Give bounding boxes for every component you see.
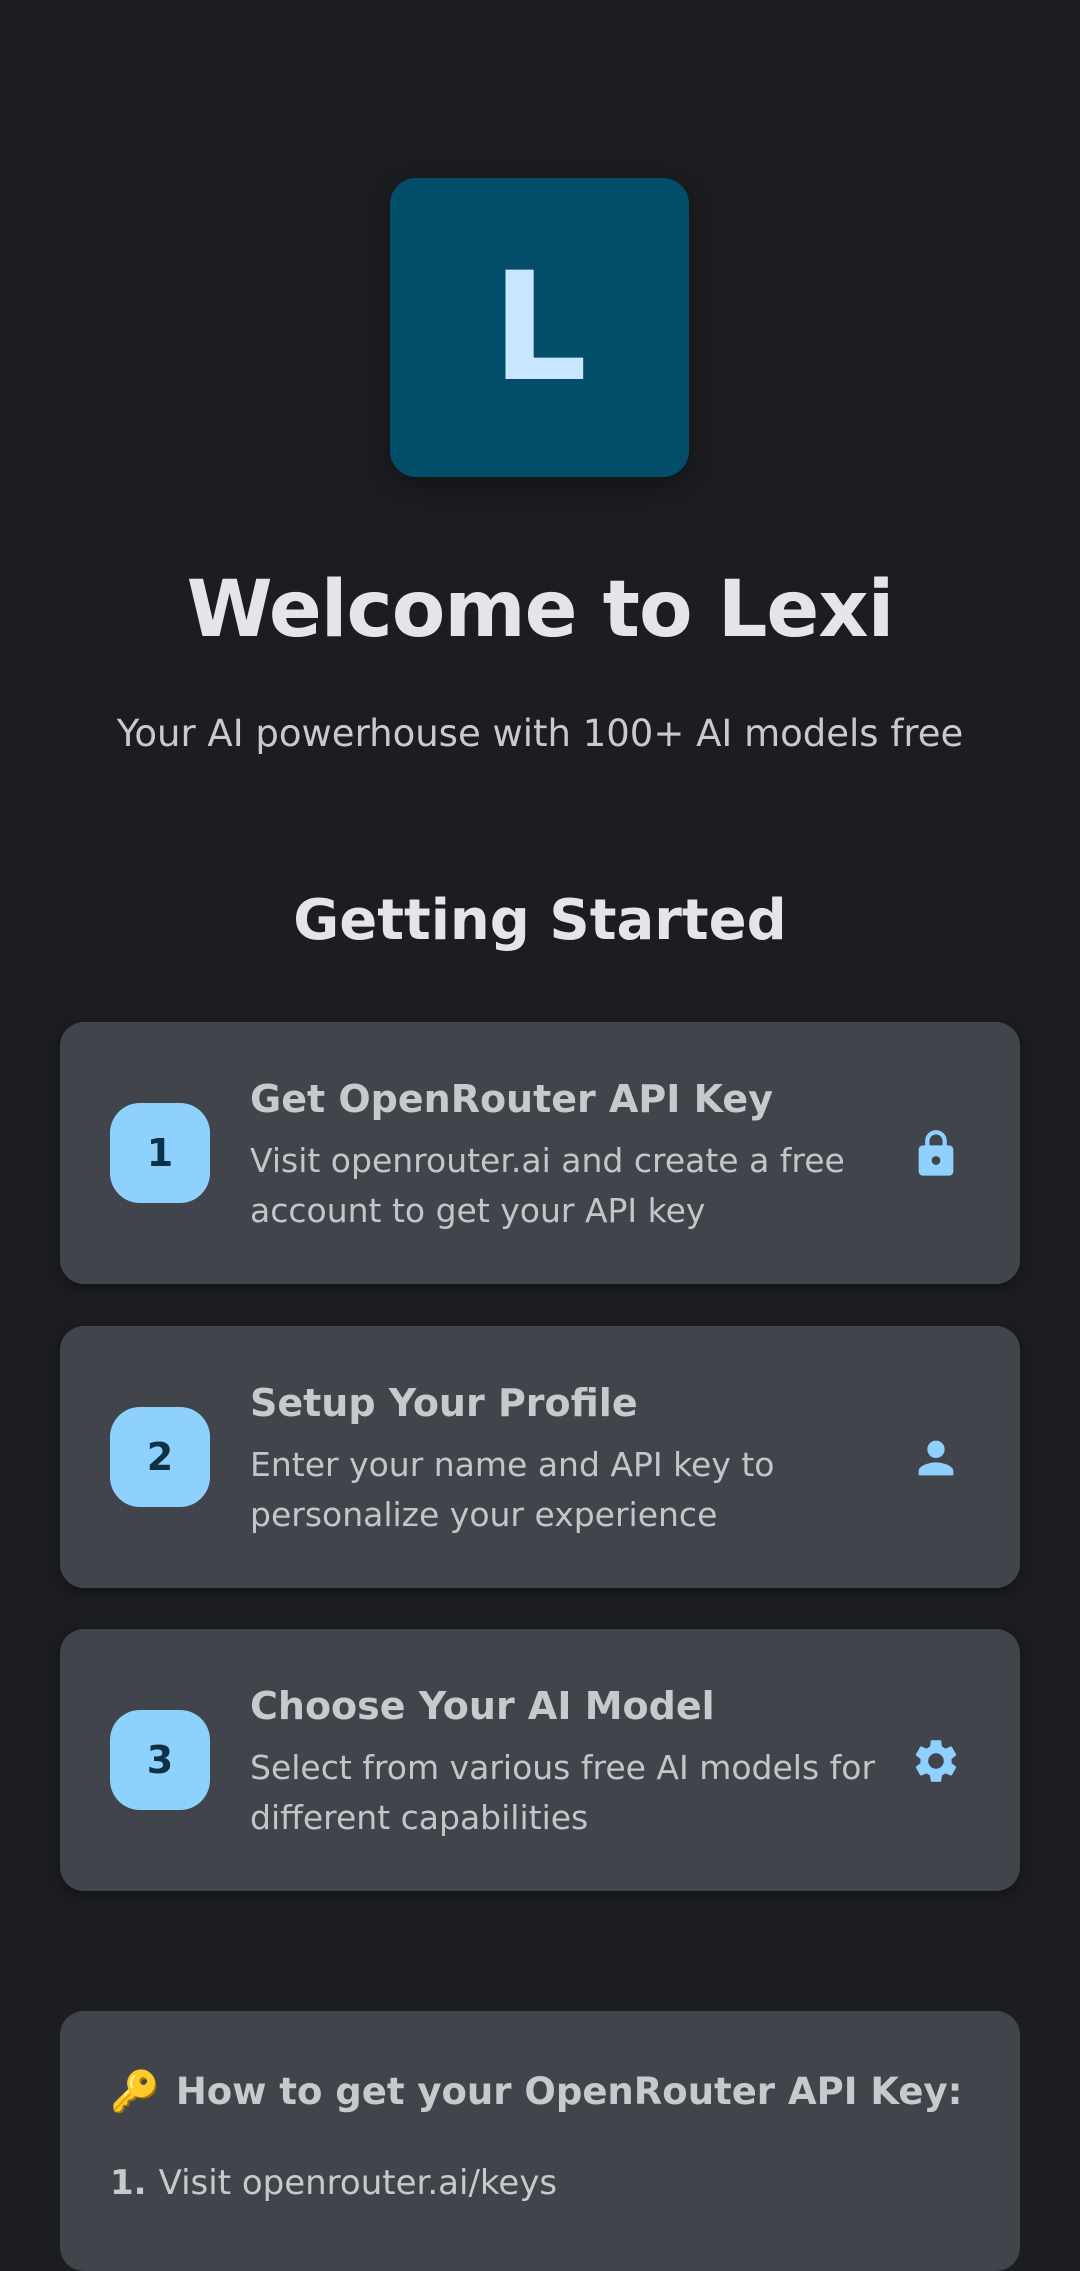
step-card-2[interactable]: 2 Setup Your Profile Enter your name and…: [60, 1326, 1020, 1588]
step-title: Choose Your AI Model: [250, 1684, 715, 1728]
list-item: 1. Visit openrouter.ai/keys: [110, 2163, 557, 2203]
app-logo-letter: L: [491, 240, 588, 415]
list-item-number: 1.: [110, 2163, 147, 2203]
api-key-help-heading: 🔑 How to get your OpenRouter API Key:: [110, 2068, 962, 2115]
step-title: Setup Your Profile: [250, 1381, 638, 1425]
step-number-badge: 2: [110, 1407, 210, 1507]
step-number-badge: 3: [110, 1710, 210, 1810]
step-description: Enter your name and API key to personali…: [250, 1445, 775, 1534]
step-number-badge: 1: [110, 1103, 210, 1203]
person-icon: [918, 1440, 954, 1476]
gear-icon: [915, 1740, 957, 1782]
step-card-1[interactable]: 1 Get OpenRouter API Key Visit openroute…: [60, 1022, 1020, 1284]
key-icon: 🔑: [110, 2069, 160, 2115]
step-description: Select from various free AI models for d…: [250, 1748, 876, 1837]
api-key-help-heading-text: How to get your OpenRouter API Key:: [175, 2070, 963, 2113]
welcome-subtitle: Your AI powerhouse with 100+ AI models f…: [116, 712, 964, 755]
step-title: Get OpenRouter API Key: [250, 1077, 773, 1121]
app-logo: L: [390, 178, 689, 477]
list-item-text: Visit openrouter.ai/keys: [158, 2163, 558, 2203]
step-description: Visit openrouter.ai and create a free ac…: [250, 1141, 845, 1230]
lock-icon: [918, 1130, 954, 1176]
api-key-help-card: 🔑 How to get your OpenRouter API Key: 1.…: [60, 2011, 1020, 2271]
welcome-title: Welcome to Lexi: [186, 565, 895, 655]
getting-started-title: Getting Started: [293, 888, 787, 953]
step-card-3[interactable]: 3 Choose Your AI Model Select from vario…: [60, 1629, 1020, 1891]
